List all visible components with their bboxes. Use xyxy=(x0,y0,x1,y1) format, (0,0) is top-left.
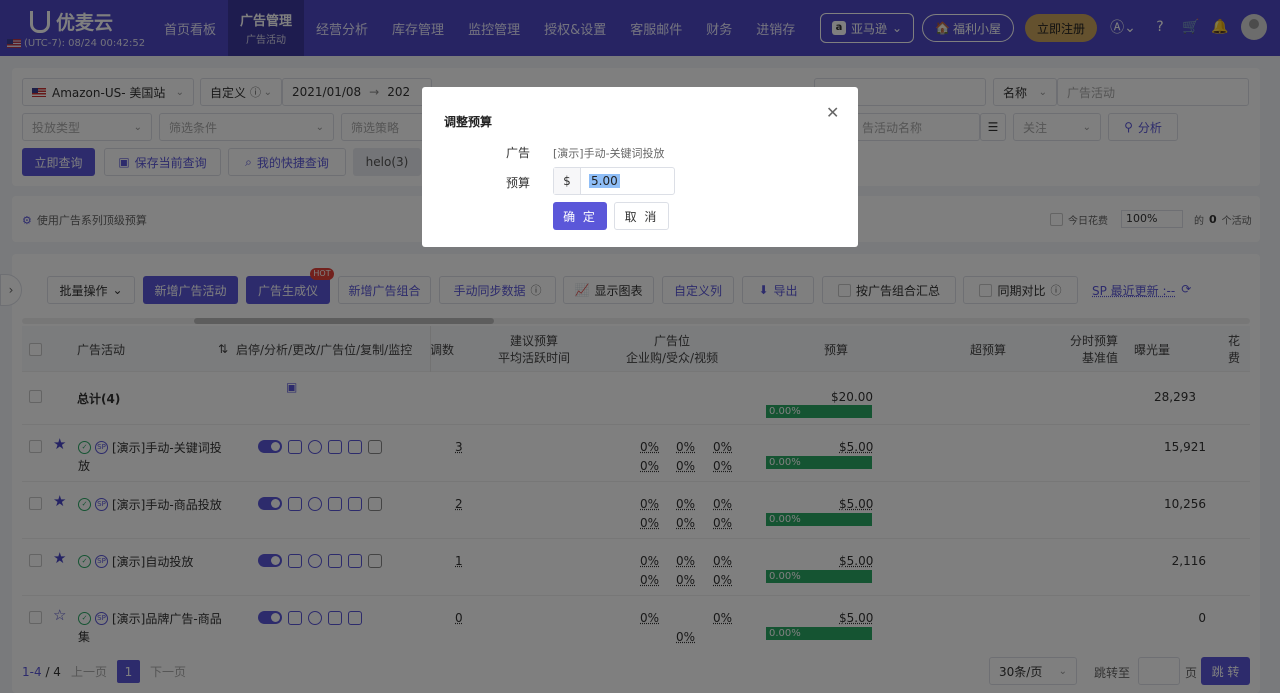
confirm-button[interactable]: 确 定 xyxy=(553,202,607,230)
budget-input[interactable]: $ 5.00 xyxy=(553,167,675,195)
close-icon[interactable]: ✕ xyxy=(826,103,839,122)
currency-prefix: $ xyxy=(554,168,581,194)
dialog-title: 调整预算 xyxy=(444,115,493,129)
cancel-button[interactable]: 取 消 xyxy=(614,202,669,230)
budget-label: 预算 xyxy=(505,176,530,190)
ad-value: [演示]手动-关键词投放 xyxy=(553,147,665,160)
ad-label: 广告 xyxy=(505,146,530,160)
budget-input-value[interactable]: 5.00 xyxy=(589,174,620,188)
adjust-budget-dialog: 调整预算 ✕ 广告 [演示]手动-关键词投放 预算 $ 5.00 确 定 取 消 xyxy=(422,87,858,247)
